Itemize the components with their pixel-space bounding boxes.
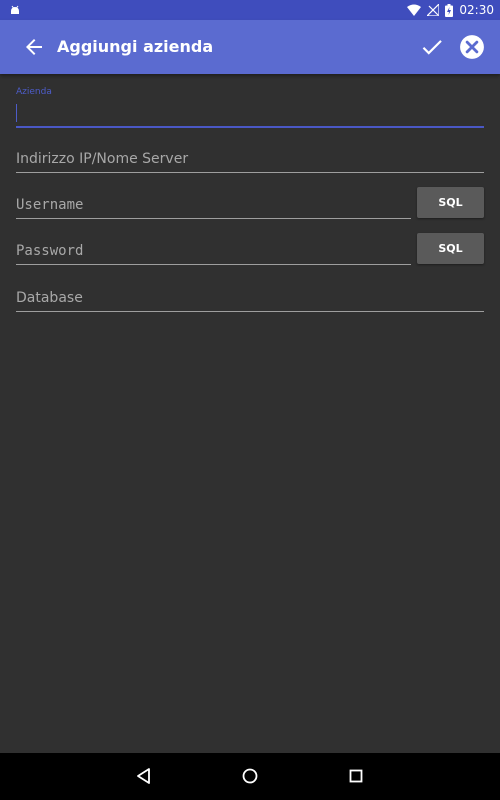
nav-back-icon[interactable] <box>134 766 154 786</box>
username-field[interactable] <box>16 192 411 219</box>
database-field[interactable] <box>16 285 484 312</box>
close-circle-icon[interactable] <box>459 34 485 60</box>
status-icons: 02:30 <box>407 0 494 20</box>
username-underline <box>16 218 411 219</box>
wifi-icon <box>407 4 422 16</box>
indirizzo-underline <box>16 172 484 173</box>
nav-home-icon[interactable] <box>240 766 260 786</box>
check-icon[interactable] <box>419 34 445 60</box>
password-sql-button[interactable]: SQL <box>417 233 484 264</box>
nav-recents-icon[interactable] <box>346 766 366 786</box>
database-input[interactable] <box>16 288 484 308</box>
navigation-bar <box>0 753 500 800</box>
azienda-label: Azienda <box>16 87 52 97</box>
azienda-input[interactable] <box>18 103 486 123</box>
indirizzo-field[interactable] <box>16 146 484 173</box>
app-bar: Aggiungi azienda <box>0 20 500 74</box>
back-arrow-icon[interactable] <box>22 35 46 59</box>
text-cursor <box>16 104 17 122</box>
indirizzo-input[interactable] <box>16 149 484 169</box>
username-input[interactable] <box>16 195 411 215</box>
password-field[interactable] <box>16 238 411 265</box>
android-debug-icon <box>11 5 19 14</box>
status-time: 02:30 <box>459 3 494 17</box>
page-title: Aggiungi azienda <box>57 37 214 56</box>
password-input[interactable] <box>16 241 411 261</box>
battery-charging-icon <box>445 3 454 17</box>
no-signal-icon <box>427 4 440 16</box>
azienda-underline <box>16 126 484 128</box>
password-underline <box>16 264 411 265</box>
azienda-field[interactable]: Azienda <box>16 86 486 128</box>
status-bar: 02:30 <box>0 0 500 20</box>
username-sql-button[interactable]: SQL <box>417 187 484 218</box>
database-underline <box>16 311 484 312</box>
